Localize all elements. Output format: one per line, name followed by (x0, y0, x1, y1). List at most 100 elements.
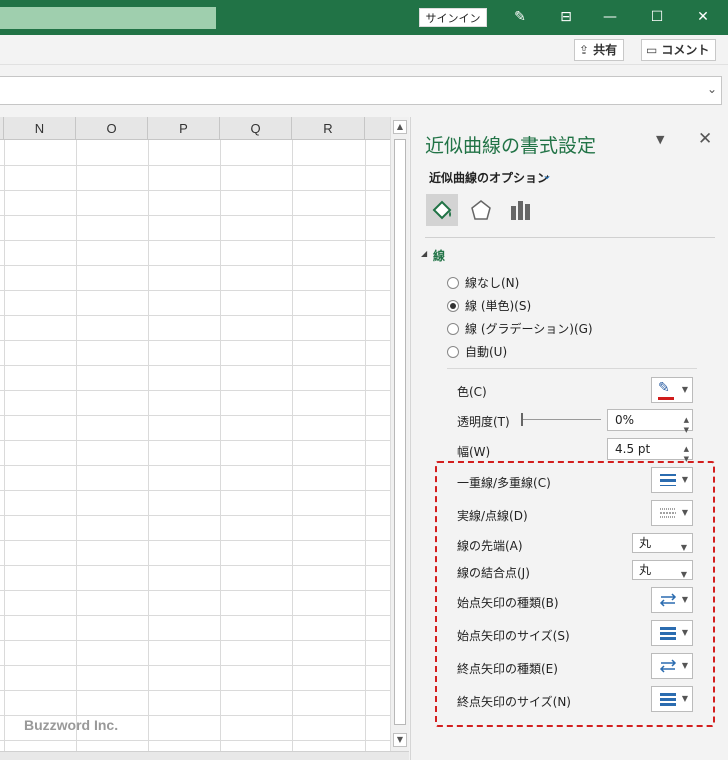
trendline-options-dropdown[interactable]: 近似曲線のオプション (429, 169, 549, 186)
comment-button[interactable]: ▭ コメント (641, 39, 717, 61)
maximize-icon[interactable]: ☐ (647, 7, 667, 27)
radio-button[interactable] (447, 323, 459, 335)
grid-line (0, 615, 390, 616)
horizontal-scrollbar[interactable] (0, 751, 409, 760)
share-button[interactable]: ⇪ 共有 (574, 39, 625, 61)
chevron-down-icon[interactable]: ▼ (682, 694, 688, 703)
column-header-q[interactable]: Q (220, 117, 292, 140)
chevron-down-icon[interactable]: ⌄ (707, 82, 717, 96)
grid-line (292, 140, 293, 751)
chevron-down-icon[interactable]: ▼ (682, 628, 688, 637)
end-arrow-type-button[interactable]: ▼ (651, 653, 693, 679)
spin-down-icon[interactable]: ▼ (684, 420, 689, 440)
transparency-slider-handle[interactable] (521, 413, 523, 426)
chevron-down-icon[interactable]: ▼ (681, 566, 687, 584)
chevron-down-icon[interactable]: ▼ (682, 595, 688, 604)
width-label: 幅(W) (457, 445, 491, 459)
grid-line (0, 315, 390, 316)
grid-line (0, 465, 390, 466)
outline-color-button[interactable]: ✎ ▼ (651, 377, 693, 403)
format-trendline-pane: 近似曲線の書式設定 ▼ ✕ 近似曲線のオプション ⌄ ◢ 線 線なし(N) 線 … (410, 117, 728, 760)
chevron-down-icon[interactable]: ▼ (681, 539, 687, 557)
scroll-up-icon[interactable]: ▲ (393, 120, 407, 134)
arrow-type-icon (659, 659, 677, 673)
close-icon[interactable]: ✕ (698, 129, 712, 149)
begin-arrow-size-button[interactable]: ▼ (651, 620, 693, 646)
grid-line (0, 240, 390, 241)
dash-type-button[interactable]: ▼ (651, 500, 693, 526)
grid-line (0, 565, 390, 566)
radio-solid-line[interactable]: 線 (単色)(S) (447, 297, 531, 315)
transparency-input[interactable]: 0% ▲ ▼ (607, 409, 693, 434)
radio-no-line[interactable]: 線なし(N) (447, 274, 519, 292)
minimize-icon[interactable]: — (600, 7, 620, 27)
grid-line (0, 390, 390, 391)
begin-arrow-type-button[interactable]: ▼ (651, 587, 693, 613)
scroll-thumb[interactable] (394, 139, 406, 725)
grid-line (0, 340, 390, 341)
column-header-o[interactable]: O (76, 117, 148, 140)
search-box[interactable] (0, 7, 216, 29)
chevron-down-icon[interactable]: ▼ (682, 385, 688, 394)
compound-type-label: 一重線/多重線(C) (457, 476, 551, 490)
width-input[interactable]: 4.5 pt ▲ ▼ (607, 438, 693, 463)
comment-label: コメント (661, 43, 710, 57)
radio-automatic[interactable]: 自動(U) (447, 343, 507, 361)
end-arrow-size-button[interactable]: ▼ (651, 686, 693, 712)
pen-icon[interactable]: ✎ (510, 7, 530, 27)
fill-line-tab-icon[interactable] (426, 194, 458, 226)
radio-label: 線なし(N) (465, 276, 520, 290)
chevron-down-icon[interactable]: ▼ (682, 508, 688, 517)
grid-line (0, 665, 390, 666)
close-icon[interactable]: ✕ (693, 7, 713, 27)
join-type-value: 丸 (639, 563, 652, 577)
grid-line (0, 165, 390, 166)
column-header-n[interactable]: N (4, 117, 76, 140)
signin-button[interactable]: サインイン (419, 8, 487, 27)
formula-bar[interactable]: ⌄ (0, 76, 722, 105)
chevron-down-icon[interactable]: ▼ (682, 475, 688, 484)
effects-tab-icon[interactable] (465, 194, 497, 226)
ribbon-display-icon[interactable]: ⊟ (556, 7, 576, 27)
vertical-scrollbar[interactable]: ▲ ▼ (390, 117, 409, 751)
grid-line (148, 140, 149, 751)
radio-gradient-line[interactable]: 線 (グラデーション)(G) (447, 320, 593, 338)
divider (447, 368, 697, 369)
radio-button[interactable] (447, 300, 459, 312)
compound-type-button[interactable]: ▼ (651, 467, 693, 493)
grid-line (0, 190, 390, 191)
collapse-triangle-icon[interactable]: ◢ (421, 249, 427, 258)
grid-line (0, 740, 390, 741)
transparency-slider-track[interactable] (521, 419, 601, 420)
column-header[interactable] (365, 117, 390, 140)
radio-button[interactable] (447, 346, 459, 358)
chevron-down-icon[interactable]: ⌄ (542, 168, 552, 182)
arrow-type-icon (659, 593, 677, 607)
join-type-select[interactable]: 丸 ▼ (632, 560, 693, 580)
color-swatch (658, 397, 674, 400)
chevron-down-icon[interactable]: ▼ (682, 661, 688, 670)
worksheet-grid[interactable]: N O P Q R (0, 117, 390, 751)
line-section-header[interactable]: 線 (433, 247, 445, 264)
grid-line (0, 715, 390, 716)
pane-options-icon[interactable]: ▼ (656, 133, 664, 146)
transparency-label: 透明度(T) (457, 415, 510, 429)
grid-line (0, 215, 390, 216)
cap-type-select[interactable]: 丸 ▼ (632, 533, 693, 553)
ribbon-bar: ⇪ 共有 ▭ コメント (0, 35, 728, 65)
width-value: 4.5 pt (615, 442, 651, 456)
grid-line (0, 440, 390, 441)
end-arrow-type-label: 終点矢印の種類(E) (457, 662, 558, 676)
pane-title: 近似曲線の書式設定 (425, 135, 597, 157)
grid-line (0, 540, 390, 541)
column-header-r[interactable]: R (292, 117, 365, 140)
pen-icon: ✎ (658, 380, 670, 396)
scroll-down-icon[interactable]: ▼ (393, 733, 407, 747)
grid-line (0, 690, 390, 691)
trendline-options-tab-icon[interactable] (505, 194, 537, 226)
column-header-p[interactable]: P (148, 117, 220, 140)
grid-line (0, 365, 390, 366)
radio-button[interactable] (447, 277, 459, 289)
title-bar: サインイン ✎ ⊟ — ☐ ✕ (0, 0, 728, 35)
radio-label: 自動(U) (465, 345, 508, 359)
